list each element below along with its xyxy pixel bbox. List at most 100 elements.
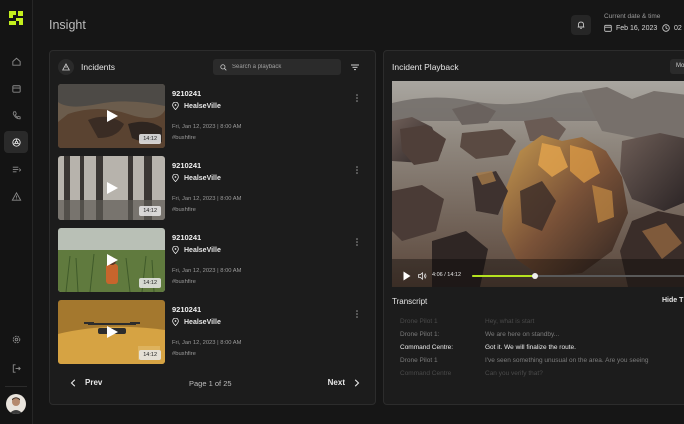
incident-thumbnail[interactable]: 14:12 xyxy=(58,300,165,364)
location-pin-icon xyxy=(172,318,179,326)
incident-row[interactable]: 14:12 9210241 HealseVille Fri, Jan 12, 2023… xyxy=(58,300,370,364)
video-player[interactable]: 4:06 / 14:12 xyxy=(392,81,684,287)
incident-datetime: Fri, Jan 12, 2023 | 8:00 AM xyxy=(172,124,242,130)
location-label: HealseVille xyxy=(184,246,221,254)
chevron-right-icon xyxy=(354,378,360,387)
phone-icon[interactable] xyxy=(4,104,28,126)
incident-location: HealseVille xyxy=(172,318,221,326)
current-date: Feb 16, 2023 xyxy=(604,24,657,32)
incident-tag: #bushfire xyxy=(172,279,196,285)
incident-id: 9210241 xyxy=(172,89,202,98)
pagination: Prev Page 1 of 25 Next xyxy=(70,378,360,390)
transcript-text: Can you verify that? xyxy=(485,370,543,377)
clock-icon xyxy=(662,24,670,32)
incident-id: 9210241 xyxy=(172,161,202,170)
transcript-speaker: Drone Pilot 1: xyxy=(400,331,440,338)
location-pin-icon xyxy=(172,102,179,110)
more-vertical-icon[interactable] xyxy=(354,309,360,319)
video-controls: 4:06 / 14:12 xyxy=(392,267,684,287)
incidents-title: Incidents xyxy=(81,62,116,72)
duration-badge: 14:12 xyxy=(139,206,161,216)
page-indicator: Page 1 of 25 xyxy=(189,379,232,388)
incident-row[interactable]: 14:12 9210241 HealseVille Fri, Jan 12, 2023… xyxy=(58,228,370,292)
home-icon[interactable] xyxy=(4,50,28,72)
transcript-speaker: Command Centre: xyxy=(400,344,454,351)
incident-thumbnail[interactable]: 14:12 xyxy=(58,228,165,292)
incident-id: 9210241 xyxy=(172,233,202,242)
transcript-speaker: Drone Pilot 1 xyxy=(400,357,438,364)
video-frame xyxy=(392,81,684,287)
transcript-text: Hey, what is start xyxy=(485,318,535,325)
logout-icon[interactable] xyxy=(4,357,28,379)
next-label: Next xyxy=(327,378,345,387)
date-label: Current date & time xyxy=(604,13,661,20)
page-title: Insight xyxy=(49,18,86,32)
playback-panel: Incident Playback Mo 4:06 / 14:12 Transc… xyxy=(383,50,684,405)
incident-row[interactable]: 14:12 9210241 HealseVille Fri, Jan 12, 2023… xyxy=(58,156,370,220)
calendar-icon[interactable] xyxy=(4,77,28,99)
incident-location: HealseVille xyxy=(172,174,221,182)
video-progress-bar[interactable] xyxy=(472,273,684,279)
incidents-panel: Incidents 14:12 9210241 HealseVille Fri, Ja… xyxy=(49,50,376,405)
more-button[interactable]: Mo xyxy=(670,59,684,74)
logo-icon xyxy=(9,11,23,25)
incident-tag: #bushfire xyxy=(172,351,196,357)
more-vertical-icon[interactable] xyxy=(354,165,360,175)
sidebar-divider xyxy=(5,386,27,387)
current-time: 02 xyxy=(662,24,682,32)
search-input[interactable] xyxy=(232,64,341,70)
more-vertical-icon[interactable] xyxy=(354,237,360,247)
incident-row[interactable]: 14:12 9210241 HealseVille Fri, Jan 12, 2023… xyxy=(58,84,370,148)
location-pin-icon xyxy=(172,174,179,182)
incident-location: HealseVille xyxy=(172,246,221,254)
play-icon[interactable] xyxy=(403,271,411,281)
avatar[interactable] xyxy=(6,394,26,414)
warning-icon xyxy=(62,63,70,71)
duration-badge: 14:12 xyxy=(139,278,161,288)
transcript-text: We are here on standby... xyxy=(485,331,560,338)
incident-id: 9210241 xyxy=(172,305,202,314)
search-box[interactable] xyxy=(213,59,341,75)
play-icon[interactable] xyxy=(106,325,119,339)
play-icon[interactable] xyxy=(106,253,119,267)
sidebar xyxy=(0,0,33,424)
time-value: 02 xyxy=(674,24,682,32)
video-progress-knob[interactable] xyxy=(531,273,538,279)
duration-badge: 14:12 xyxy=(139,134,161,144)
next-button[interactable]: Next xyxy=(328,378,360,387)
settings-icon[interactable] xyxy=(4,328,28,350)
hide-transcript-button[interactable]: Hide T xyxy=(662,297,683,304)
location-label: HealseVille xyxy=(184,102,221,110)
play-icon[interactable] xyxy=(106,109,119,123)
location-pin-icon xyxy=(172,246,179,254)
filter-icon[interactable] xyxy=(350,62,360,72)
video-time: 4:06 / 14:12 xyxy=(432,272,462,278)
incident-thumbnail[interactable]: 14:12 xyxy=(58,156,165,220)
location-label: HealseVille xyxy=(184,318,221,326)
prev-button[interactable]: Prev xyxy=(70,378,102,387)
incident-tag: #bushfire xyxy=(172,207,196,213)
calendar-icon xyxy=(604,24,612,32)
transcript-speaker: Drone Pilot 1 xyxy=(400,318,438,325)
search-icon xyxy=(220,63,227,71)
incident-thumbnail[interactable]: 14:12 xyxy=(58,84,165,148)
transcript-text: Got it. We will finalize the route. xyxy=(485,344,576,351)
transcript-title: Transcript xyxy=(392,297,428,306)
app-root: Insight Current date & time Feb 16, 2023… xyxy=(0,0,684,424)
duration-badge: 14:12 xyxy=(139,350,161,360)
location-label: HealseVille xyxy=(184,174,221,182)
chevron-left-icon xyxy=(70,378,76,387)
incidents-icon[interactable] xyxy=(4,131,28,153)
incident-tag: #bushfire xyxy=(172,135,196,141)
incident-datetime: Fri, Jan 12, 2023 | 8:00 AM xyxy=(172,196,242,202)
volume-icon[interactable] xyxy=(418,272,427,280)
play-icon[interactable] xyxy=(106,181,119,195)
playback-title: Incident Playback xyxy=(392,62,459,72)
notification-button[interactable] xyxy=(571,15,591,35)
prev-label: Prev xyxy=(85,378,103,387)
list-icon[interactable] xyxy=(4,158,28,180)
more-vertical-icon[interactable] xyxy=(354,93,360,103)
incident-datetime: Fri, Jan 12, 2023 | 8:00 AM xyxy=(172,340,242,346)
warning-icon[interactable] xyxy=(4,185,28,207)
bell-icon xyxy=(577,21,585,29)
